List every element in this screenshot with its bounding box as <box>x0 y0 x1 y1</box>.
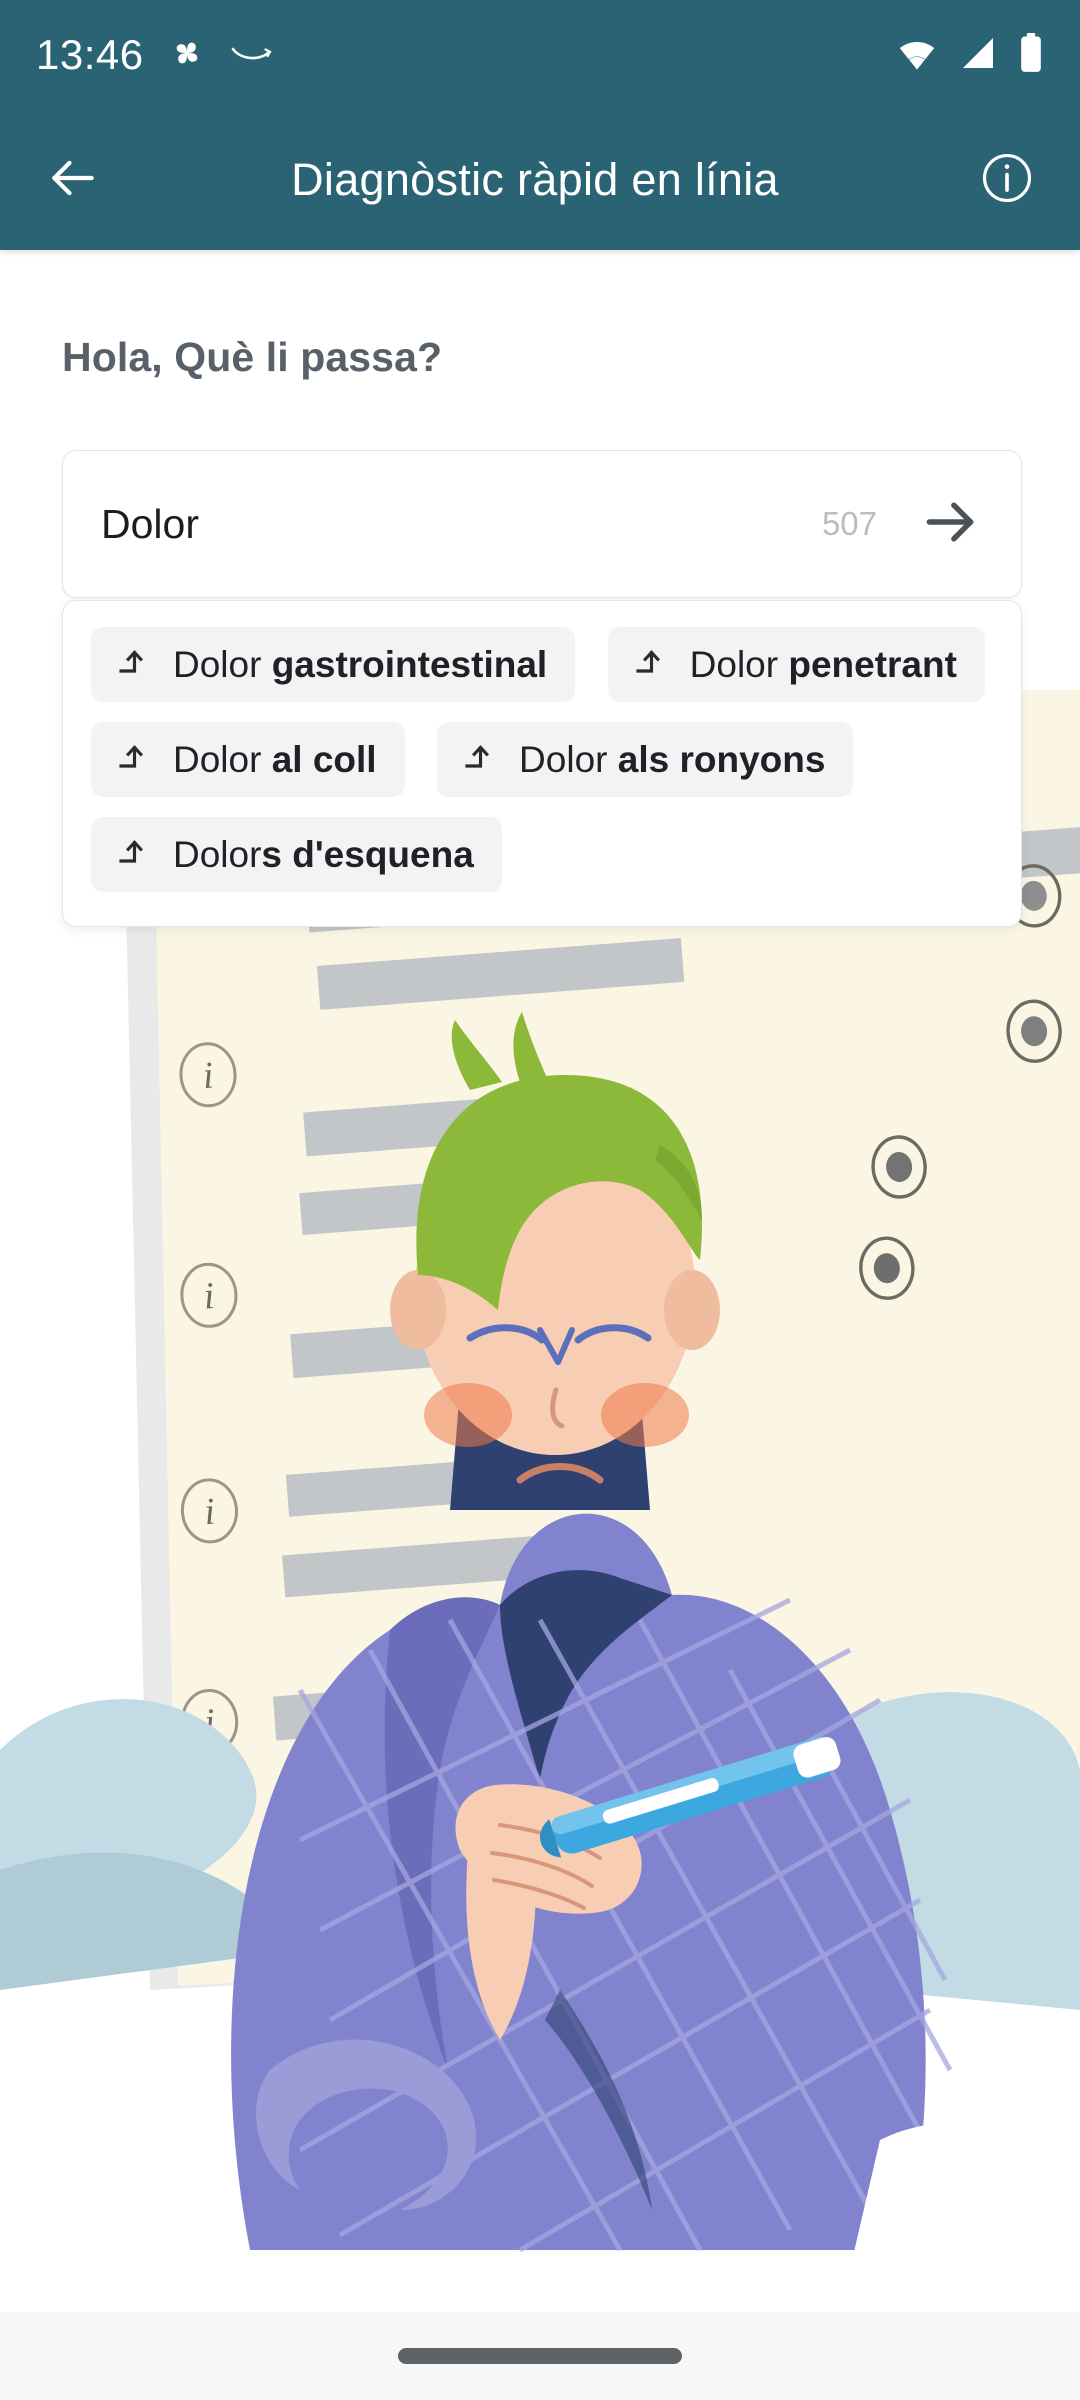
sick-person-with-thermometer-illustration: i i i i <box>0 690 1080 2312</box>
suggestion-label: Dolor al coll <box>173 741 377 778</box>
submit-button[interactable] <box>917 491 983 557</box>
status-bar-right <box>896 32 1044 79</box>
suggestion-prefix: Dolor <box>173 644 272 685</box>
search-input[interactable]: Dolor <box>101 501 199 548</box>
arrow-turn-up-icon <box>115 834 151 875</box>
suggestion-item-1[interactable]: Dolor penetrant <box>607 627 985 702</box>
status-bar-clock: 13:46 <box>36 31 144 78</box>
suggestion-prefix: Dolor <box>173 739 272 780</box>
suggestion-completion: al coll <box>271 739 377 780</box>
suggestion-item-4[interactable]: Dolors d'esquena <box>91 817 502 892</box>
greeting-text: Hola, Què li passa? <box>62 334 443 380</box>
symptom-search-field[interactable]: Dolor 507 <box>62 450 1022 598</box>
suggestion-completion: als ronyons <box>617 739 826 780</box>
suggestion-label: Dolor penetrant <box>690 646 957 683</box>
app-screen: 13:46 Diagnòstic ràpid en línia i i i i … <box>0 0 1080 2400</box>
suggestion-completion: gastrointestinal <box>271 644 548 685</box>
cellular-signal-icon <box>958 33 998 78</box>
suggestion-prefix: Dolor <box>689 644 789 685</box>
suggestion-item-2[interactable]: Dolor al coll <box>91 722 405 797</box>
suggestion-prefix: Dolor <box>173 834 262 875</box>
status-bar-left: 13:46 <box>36 31 274 79</box>
battery-icon <box>1018 32 1044 79</box>
wifi-icon <box>896 32 938 79</box>
gesture-nav-handle[interactable] <box>398 2348 682 2364</box>
page-title: Diagnòstic ràpid en línia <box>291 154 779 205</box>
suggestions-dropdown: Dolor gastrointestinal Dolor penetrant D… <box>62 600 1022 927</box>
suggestion-label: Dolor gastrointestinal <box>173 646 547 683</box>
search-field-trailing: 507 <box>822 491 983 557</box>
arrow-turn-up-icon <box>632 644 668 685</box>
system-navigation-bar <box>0 2312 1080 2400</box>
info-button[interactable] <box>968 141 1046 219</box>
main-content: i i i i Hola, Què li passa? Dolor 507 Do… <box>0 250 1080 2312</box>
pinwheel-icon <box>166 32 208 79</box>
amazon-smile-icon <box>230 40 274 71</box>
suggestion-item-3[interactable]: Dolor als ronyons <box>437 722 854 797</box>
suggestion-completion: s d'esquena <box>261 834 474 875</box>
info-icon <box>978 149 1036 212</box>
character-count: 507 <box>821 505 877 542</box>
arrow-turn-up-icon <box>115 739 151 780</box>
suggestion-label: Dolors d'esquena <box>173 836 474 873</box>
arrow-right-icon <box>919 491 981 558</box>
app-bar: Diagnòstic ràpid en línia <box>0 110 1080 250</box>
status-bar: 13:46 <box>0 0 1080 110</box>
suggestion-prefix: Dolor <box>519 739 618 780</box>
back-button[interactable] <box>34 141 112 219</box>
back-arrow-icon <box>45 150 101 211</box>
arrow-turn-up-icon <box>115 644 151 685</box>
arrow-turn-up-icon <box>461 739 497 780</box>
suggestion-item-0[interactable]: Dolor gastrointestinal <box>91 627 576 702</box>
suggestion-label: Dolor als ronyons <box>519 741 825 778</box>
suggestion-completion: penetrant <box>788 644 957 685</box>
